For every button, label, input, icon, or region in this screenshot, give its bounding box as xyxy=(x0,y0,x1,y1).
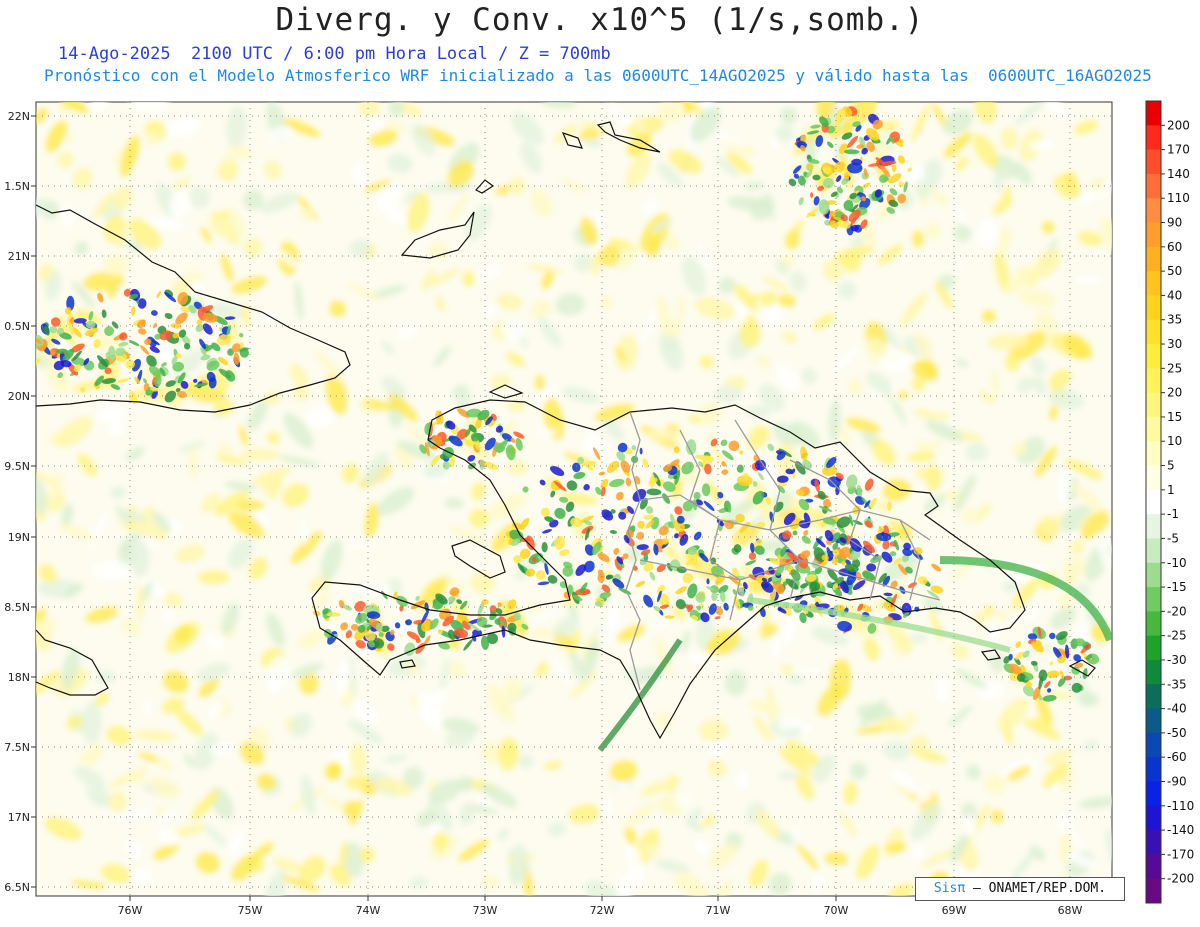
latitude-label: 19N xyxy=(8,531,30,544)
latitude-label: 8.5N xyxy=(4,601,30,614)
latitude-label: 21N xyxy=(8,250,30,263)
latitude-label: 9.5N xyxy=(4,460,30,473)
brand-logo-text: Sisπ xyxy=(933,881,966,896)
valid-time-subtitle: 14-Ago-2025 2100 UTC / 6:00 pm Hora Loca… xyxy=(58,44,611,64)
colorbar-swatch xyxy=(1146,149,1161,175)
colorbar-label: 170 xyxy=(1167,143,1190,157)
colorbar-swatch xyxy=(1146,271,1161,296)
colorbar-swatch xyxy=(1146,368,1161,394)
colorbar-swatch xyxy=(1146,708,1161,734)
colorbar-swatch xyxy=(1146,781,1161,807)
colorbar-label: -60 xyxy=(1167,750,1187,764)
colorbar-swatch xyxy=(1146,514,1161,539)
longitude-label: 76W xyxy=(118,904,143,917)
colorbar-label: 15 xyxy=(1167,410,1182,424)
colorbar-swatch xyxy=(1146,173,1161,199)
colorbar-label: -90 xyxy=(1167,774,1187,788)
colorbar-swatch xyxy=(1146,854,1161,880)
longitude-label: 69W xyxy=(942,904,967,917)
colorbar-swatch xyxy=(1146,878,1161,904)
colorbar-swatch xyxy=(1146,635,1161,661)
colorbar-swatch xyxy=(1146,344,1161,369)
colorbar-label: -170 xyxy=(1167,847,1194,861)
colorbar-swatch xyxy=(1146,830,1161,855)
latitude-labels: 22N 1.5N 21N 0.5N 20N 9.5N 19N 8.5N 18N 7.5N 17N 6.… xyxy=(4,110,36,894)
latitude-label: 7.5N xyxy=(4,741,30,754)
colorbar-label: -40 xyxy=(1167,702,1187,716)
colorbar: 200 170 140 110 90 60 50 40 35 30 25 20 15 10 5 1 -1 -5 -1… xyxy=(1145,100,1194,904)
colorbar-swatch xyxy=(1146,538,1161,564)
colorbar-swatch xyxy=(1146,295,1161,321)
colorbar-swatch xyxy=(1146,562,1161,588)
colorbar-label: -200 xyxy=(1167,872,1194,886)
credit-text: – ONAMET/REP.DOM. xyxy=(965,881,1107,896)
colorbar-swatch xyxy=(1146,659,1161,685)
colorbar-label: 40 xyxy=(1167,288,1182,302)
colorbar-label: 60 xyxy=(1167,240,1182,254)
colorbar-label: 50 xyxy=(1167,264,1182,278)
colorbar-swatch xyxy=(1146,246,1161,272)
colorbar-label: 110 xyxy=(1167,191,1190,205)
colorbar-label: -1 xyxy=(1167,507,1179,521)
colorbar-swatch xyxy=(1146,392,1161,418)
colorbar-swatch xyxy=(1146,587,1161,612)
colorbar-label: -110 xyxy=(1167,799,1194,813)
colorbar-label: -25 xyxy=(1167,629,1187,643)
colorbar-swatch xyxy=(1146,732,1161,758)
latitude-label: 22N xyxy=(8,110,30,123)
colorbar-label: -15 xyxy=(1167,580,1187,594)
colorbar-label: 90 xyxy=(1167,216,1182,230)
colorbar-label: -10 xyxy=(1167,556,1187,570)
colorbar-label: -5 xyxy=(1167,531,1179,545)
colorbar-swatch xyxy=(1146,222,1161,248)
longitude-label: 74W xyxy=(356,904,381,917)
longitude-label: 70W xyxy=(824,904,849,917)
longitude-label: 68W xyxy=(1058,904,1083,917)
longitude-label: 73W xyxy=(473,904,498,917)
model-run-subtitle: Pronóstico con el Modelo Atmosferico WRF… xyxy=(44,66,1152,85)
colorbar-swatch xyxy=(1146,757,1161,782)
colorbar-swatch xyxy=(1146,465,1161,491)
latitude-label: 18N xyxy=(8,671,30,684)
colorbar-swatch xyxy=(1146,441,1161,467)
latitude-label: 6.5N xyxy=(4,881,30,894)
credit-box: Sisπ – ONAMET/REP.DOM. xyxy=(915,877,1125,901)
colorbar-swatch xyxy=(1146,416,1161,442)
latitude-label: 1.5N xyxy=(4,180,30,193)
colorbar-label: 5 xyxy=(1167,459,1175,473)
colorbar-swatch xyxy=(1146,125,1161,151)
colorbar-swatch xyxy=(1146,805,1161,831)
colorbar-label: 140 xyxy=(1167,167,1190,181)
forecast-map: 22N 1.5N 21N 0.5N 20N 9.5N 19N 8.5N 18N 7.5N 17N 6.… xyxy=(4,100,1194,917)
colorbar-swatch xyxy=(1146,611,1161,637)
colorbar-label: 25 xyxy=(1167,361,1182,375)
colorbar-label: 200 xyxy=(1167,118,1190,132)
latitude-label: 20N xyxy=(8,390,30,403)
colorbar-label: -140 xyxy=(1167,823,1194,837)
colorbar-label: 20 xyxy=(1167,386,1182,400)
map-title: Diverg. y Conv. x10^5 (1/s,somb.) xyxy=(275,2,925,38)
latitude-label: 17N xyxy=(8,811,30,824)
colorbar-swatch xyxy=(1146,198,1161,224)
colorbar-swatch xyxy=(1146,319,1161,345)
colorbar-label: 10 xyxy=(1167,434,1182,448)
colorbar-label: 30 xyxy=(1167,337,1182,351)
colorbar-swatch xyxy=(1146,684,1161,710)
colorbar-label: -50 xyxy=(1167,726,1187,740)
colorbar-swatch xyxy=(1146,101,1161,126)
longitude-label: 71W xyxy=(706,904,731,917)
colorbar-label: 35 xyxy=(1167,313,1182,327)
longitude-label: 75W xyxy=(238,904,263,917)
colorbar-label: -20 xyxy=(1167,604,1187,618)
longitude-label: 72W xyxy=(590,904,615,917)
colorbar-label: -35 xyxy=(1167,677,1187,691)
colorbar-label: 1 xyxy=(1167,483,1175,497)
colorbar-swatch xyxy=(1146,489,1161,515)
colorbar-label: -30 xyxy=(1167,653,1187,667)
latitude-label: 0.5N xyxy=(4,320,30,333)
